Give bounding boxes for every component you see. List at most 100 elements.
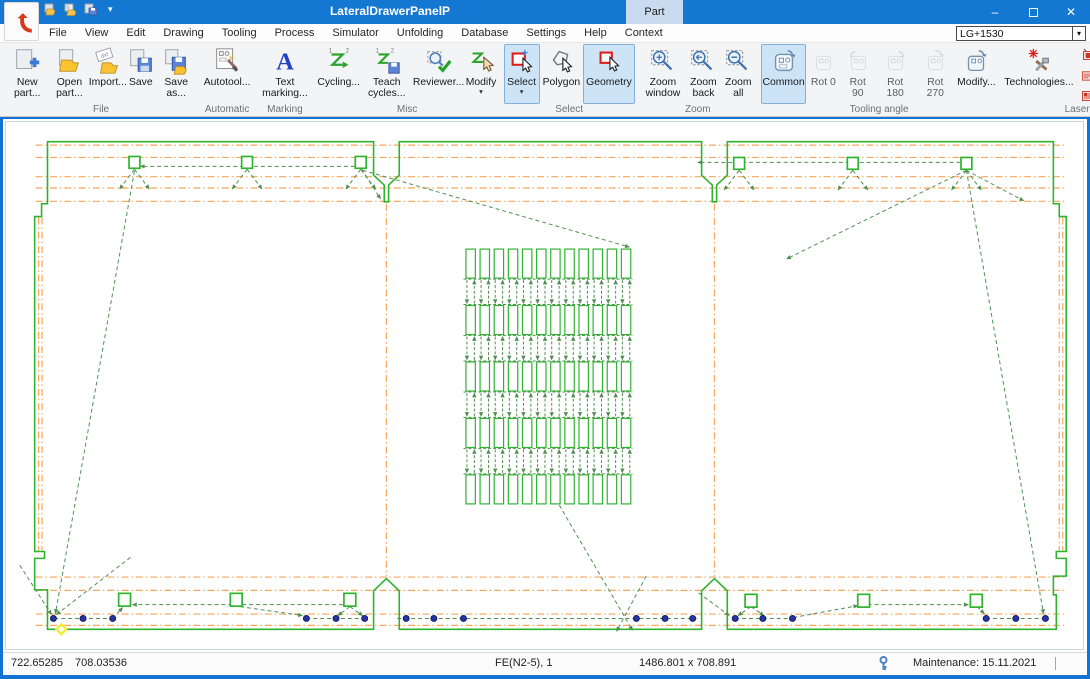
window-title: LateralDrawerPanelP: [330, 4, 450, 18]
rot-180-icon: [880, 46, 910, 76]
geometry-button[interactable]: Geometry: [583, 44, 635, 104]
modify-tooling-button[interactable]: Modify...: [955, 44, 997, 104]
destruct-button[interactable]: Destruct...: [1078, 47, 1090, 62]
reviewer-icon: [424, 46, 454, 76]
autotool-button[interactable]: Autotool...: [201, 44, 253, 104]
group-label-file: File: [7, 104, 195, 116]
ribbon-group-automatic: Autotool... Automatic: [200, 43, 254, 116]
rot-0-icon: [808, 46, 838, 76]
qa-import-icon[interactable]: [64, 3, 78, 16]
close-button[interactable]: ✕: [1052, 0, 1090, 24]
rot-90-button[interactable]: Rot 90: [840, 44, 875, 104]
app-logo[interactable]: [4, 2, 39, 41]
menu-drawing[interactable]: Drawing: [154, 27, 212, 39]
laser-button[interactable]: Laser...: [1078, 88, 1090, 103]
open-part-button[interactable]: Open part...: [48, 44, 92, 104]
group-label-zoom: Zoom: [641, 104, 755, 116]
select-button[interactable]: Select ▾: [504, 44, 540, 104]
teach-cycles-icon: 12: [372, 46, 402, 76]
zoom-window-icon: [648, 46, 678, 76]
context-tab-group-part[interactable]: Part: [626, 0, 683, 24]
reviewer-button[interactable]: Reviewer...: [413, 44, 465, 104]
zoom-window-button[interactable]: Zoom window: [641, 44, 685, 104]
ribbon-group-file: New part... Open part... dxf Import...: [6, 43, 196, 116]
menu-view[interactable]: View: [76, 27, 118, 39]
ribbon-group-marking: A Text marking... Marking: [258, 43, 312, 116]
teach-cycles-button[interactable]: 12 Teach cycles...: [361, 44, 413, 104]
menu-unfolding[interactable]: Unfolding: [388, 27, 452, 39]
save-as-icon: [161, 46, 191, 76]
qa-save-icon[interactable]: [84, 3, 98, 16]
rot-180-button[interactable]: Rot 180: [875, 44, 915, 104]
status-cursor-x: 722.65285: [11, 657, 63, 669]
cycling-button[interactable]: 12 Cycling...: [317, 44, 361, 104]
new-part-button[interactable]: New part...: [7, 44, 48, 104]
ribbon-group-misc: 12 Cycling... 12 Teach cycles...: [316, 43, 499, 116]
menu-database[interactable]: Database: [452, 27, 517, 39]
polygon-button[interactable]: Polygon: [540, 44, 584, 104]
modify-dropdown-icon[interactable]: ▾: [479, 88, 483, 95]
qa-customize-caret-icon[interactable]: ▾: [108, 4, 113, 15]
ribbon-group-select: Select ▾ Polygon Geometry Select: [503, 43, 636, 116]
machine-selector-value: LG+1530: [957, 28, 1072, 40]
qa-open-icon[interactable]: [44, 3, 58, 16]
zoom-back-button[interactable]: Zoom back: [685, 44, 722, 104]
modify-misc-icon: [466, 46, 496, 76]
save-as-button[interactable]: Save as...: [157, 44, 195, 104]
save-icon: [126, 46, 156, 76]
menu-edit[interactable]: Edit: [117, 27, 154, 39]
group-label-select: Select: [504, 104, 635, 116]
menu-simulator[interactable]: Simulator: [323, 27, 387, 39]
save-button[interactable]: Save: [124, 44, 157, 104]
common-tooling-button[interactable]: Common: [761, 44, 807, 104]
combobox-dropdown-icon[interactable]: ▾: [1072, 27, 1085, 40]
import-button[interactable]: dxf Import...: [91, 44, 124, 104]
status-part-size: 1486.801 x 708.891: [639, 657, 736, 669]
technologies-button[interactable]: Technologies...: [1003, 44, 1074, 104]
menu-help[interactable]: Help: [575, 27, 616, 39]
modify-misc-button[interactable]: Modify ▾: [464, 44, 497, 104]
status-maintenance: Maintenance: 15.11.2021: [913, 657, 1036, 669]
text-marking-button[interactable]: A Text marking...: [259, 44, 311, 104]
drawing-canvas[interactable]: [3, 117, 1087, 652]
zoom-all-button[interactable]: Zoom all: [722, 44, 755, 104]
select-dropdown-icon[interactable]: ▾: [520, 88, 524, 95]
app-logo-icon: [9, 9, 35, 35]
menu-tooling[interactable]: Tooling: [213, 27, 266, 39]
group-label-tooling-angle: Tooling angle: [761, 104, 998, 116]
minimize-button[interactable]: –: [976, 0, 1014, 24]
maximize-icon: [1029, 8, 1038, 17]
menubar: File View Edit Drawing Tooling Process S…: [0, 24, 1090, 43]
zoom-all-icon: [723, 46, 753, 76]
rot-270-button[interactable]: Rot 270: [915, 44, 955, 104]
cut-scrap-button[interactable]: Cut scrap...: [1078, 63, 1090, 87]
svg-text:2: 2: [345, 48, 349, 55]
open-part-icon: [54, 46, 84, 76]
autotool-icon: [212, 46, 242, 76]
titlebar: ▾ LateralDrawerPanelP Part – ✕: [0, 0, 1090, 24]
zoom-back-icon: [688, 46, 718, 76]
new-part-icon: [12, 46, 42, 76]
destruct-icon: [1081, 48, 1090, 61]
quick-access-toolbar: ▾: [44, 3, 113, 16]
group-label-laser: Laser: [1003, 104, 1090, 116]
menu-file[interactable]: File: [40, 27, 76, 39]
part-drawing-svg[interactable]: [5, 121, 1084, 650]
menu-settings[interactable]: Settings: [517, 27, 575, 39]
cycling-icon: 12: [324, 46, 354, 76]
ribbon-group-tooling-angle: Common Rot 0: [760, 43, 999, 116]
group-label-marking: Marking: [259, 104, 311, 116]
rot-0-button[interactable]: Rot 0: [806, 44, 840, 104]
group-label-misc: Misc: [317, 104, 498, 116]
common-tooling-icon: [769, 46, 799, 76]
status-key-icon: [877, 656, 890, 671]
status-separator: [1055, 657, 1056, 670]
maximize-button[interactable]: [1014, 0, 1052, 24]
menu-context[interactable]: Context: [616, 27, 672, 39]
statusbar: 722.65285 708.03536 FE(N2-5), 1 1486.801…: [3, 652, 1087, 675]
ribbon: New part... Open part... dxf Import...: [0, 43, 1090, 117]
machine-selector-combobox[interactable]: LG+1530 ▾: [956, 26, 1086, 41]
menu-process[interactable]: Process: [266, 27, 324, 39]
ribbon-group-laser: Technologies... Destruct...: [1002, 43, 1090, 116]
ribbon-group-zoom: Zoom window Zoom back Zoom all: [640, 43, 756, 116]
